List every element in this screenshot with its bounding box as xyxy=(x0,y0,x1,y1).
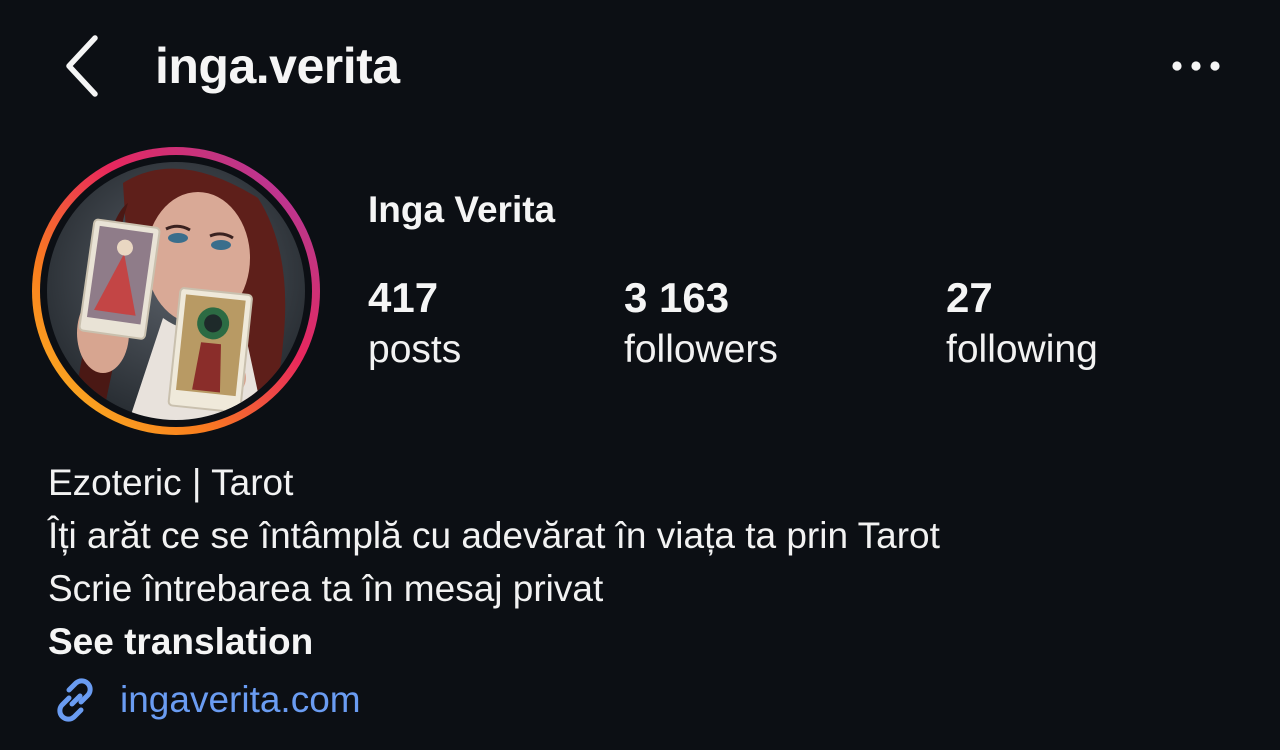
bio-line: Ezoteric | Tarot xyxy=(48,462,294,503)
profile-header: inga.verita xyxy=(0,0,1280,135)
posts-count: 417 xyxy=(368,274,439,321)
link-icon xyxy=(57,678,93,722)
posts-stat[interactable]: 417 posts xyxy=(368,272,461,376)
chevron-left-icon xyxy=(66,35,98,97)
more-options-button[interactable] xyxy=(1166,48,1226,84)
profile-display-name: Inga Verita xyxy=(368,189,556,230)
following-label: following xyxy=(946,328,1098,371)
profile-username: inga.verita xyxy=(155,38,400,94)
avatar[interactable] xyxy=(28,143,324,439)
website-link-text: ingaverita.com xyxy=(120,679,361,720)
more-horizontal-icon xyxy=(1172,61,1220,71)
posts-label: posts xyxy=(368,328,462,371)
see-translation-link[interactable]: See translation xyxy=(48,615,1248,668)
profile-bio: Ezoteric | Tarot Îți arăt ce se întâmplă… xyxy=(48,456,1248,668)
website-link[interactable]: ingaverita.com xyxy=(48,670,361,730)
avatar-image xyxy=(32,147,320,435)
followers-count: 3 163 xyxy=(624,274,730,321)
following-count: 27 xyxy=(946,274,993,321)
bio-line: Îți arăt ce se întâmplă cu adevărat în v… xyxy=(48,515,940,556)
back-button[interactable] xyxy=(55,30,115,102)
followers-label: followers xyxy=(624,328,778,371)
followers-stat[interactable]: 3 163 followers xyxy=(624,272,778,376)
bio-line: Scrie întrebarea ta în mesaj privat xyxy=(48,568,604,609)
following-stat[interactable]: 27 following xyxy=(946,272,1098,376)
